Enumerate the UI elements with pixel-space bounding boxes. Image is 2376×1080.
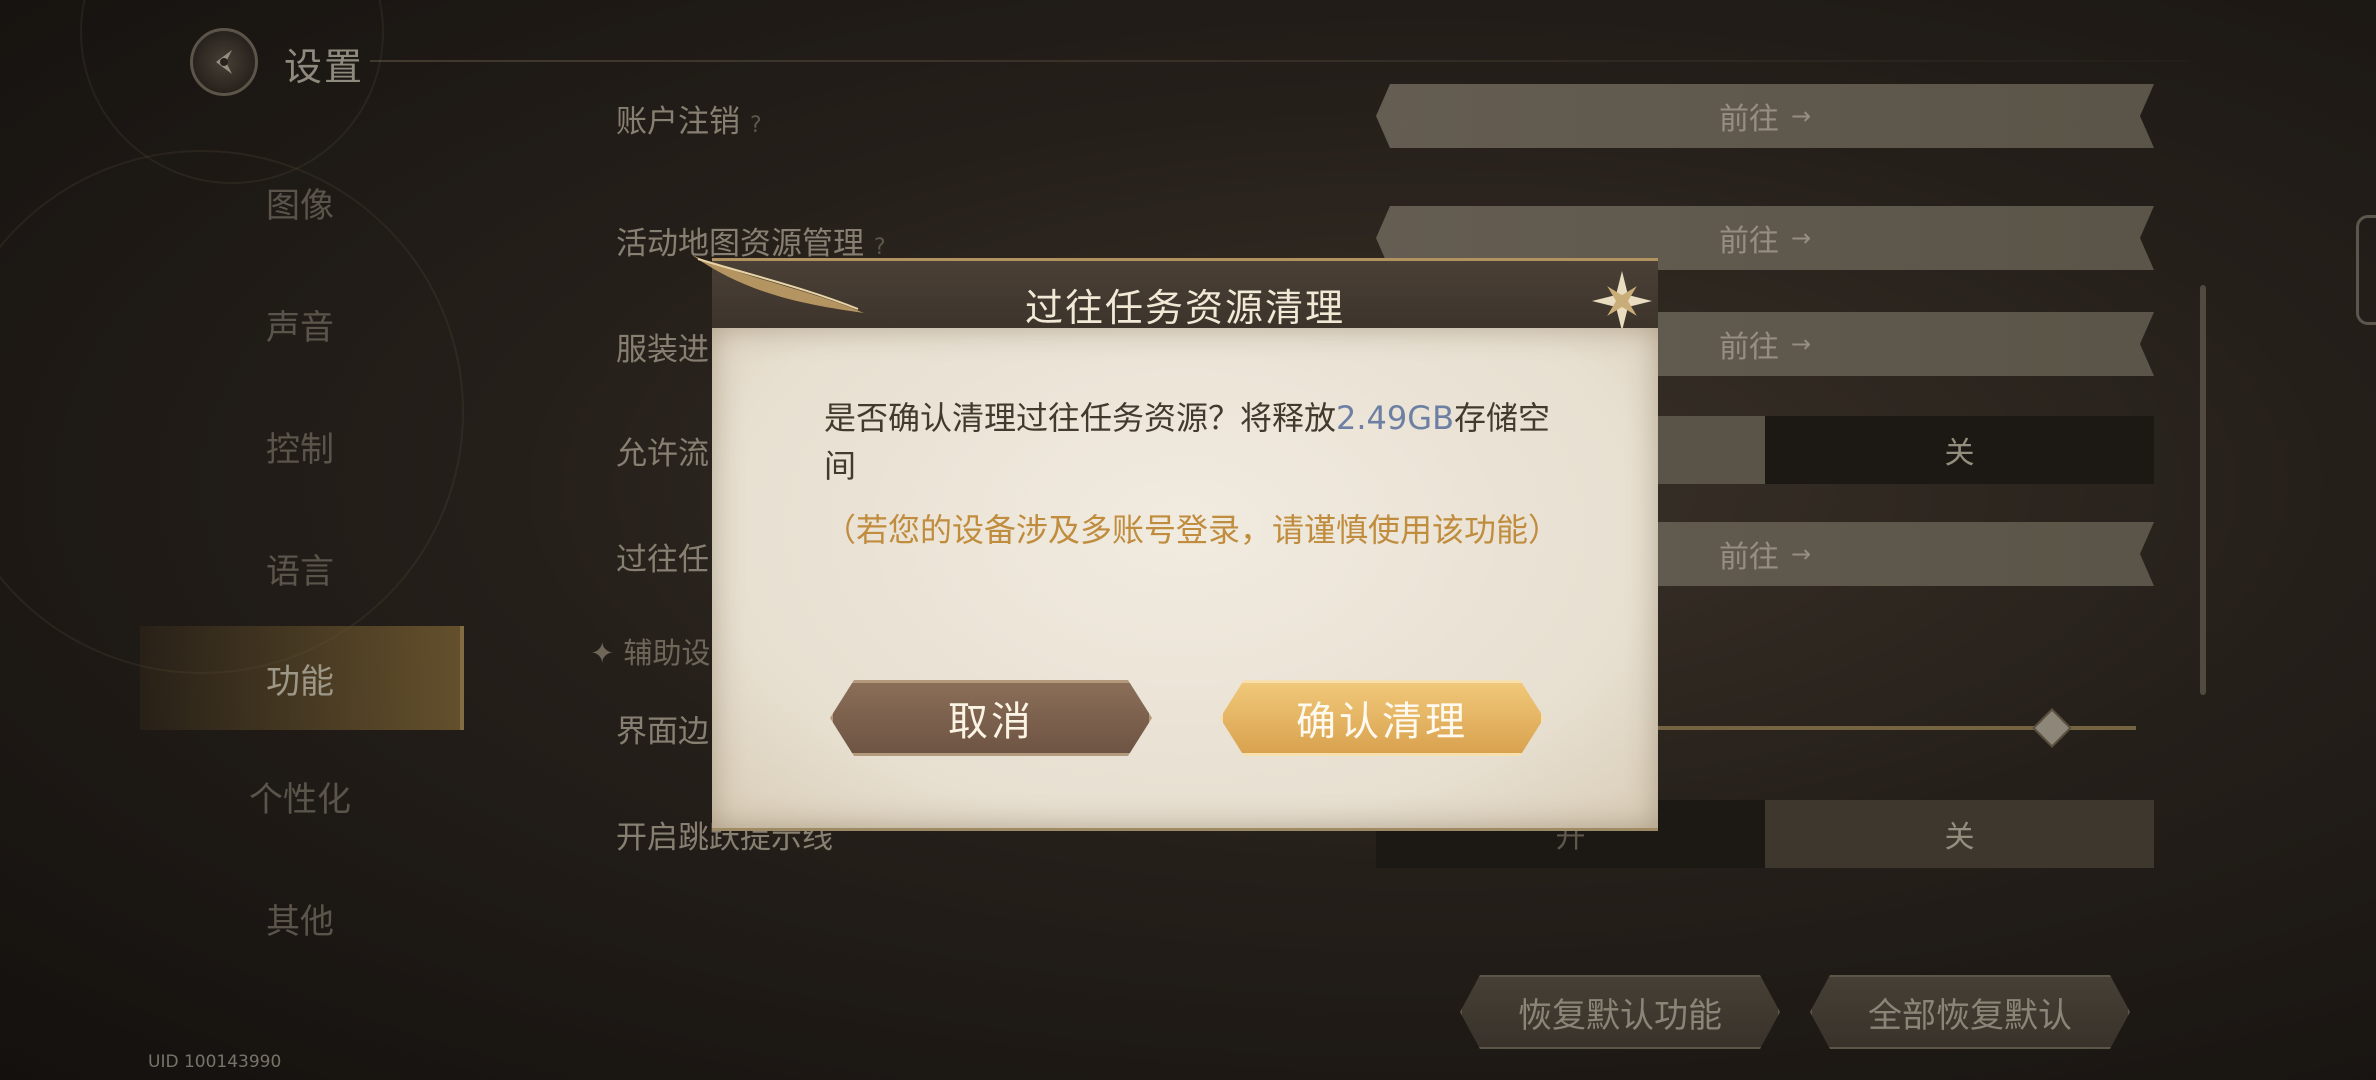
cleanup-dialog: 过往任务资源清理 是否确认清理过往任务资源？将释放2.49GB存储空间 （若您的… (692, 255, 1658, 831)
dialog-close-button[interactable] (1588, 267, 1656, 335)
dialog-body: 是否确认清理过往任务资源？将释放2.49GB存储空间 （若您的设备涉及多账号登录… (712, 328, 1658, 831)
confirm-cleanup-button[interactable]: 确认清理 (1220, 680, 1544, 756)
star-close-icon (1592, 271, 1652, 331)
cancel-button[interactable]: 取消 (830, 680, 1152, 756)
settings-screen: 设置 图像 声音 控制 语言 功能 个性化 其他 UID 100143990 账… (0, 0, 2376, 1080)
release-size: 2.49GB (1336, 399, 1455, 437)
dialog-warning: （若您的设备涉及多账号登录，请谨慎使用该功能） (824, 511, 1561, 549)
dialog-title: 过往任务资源清理 (1024, 286, 1345, 330)
dialog-message: 是否确认清理过往任务资源？将释放2.49GB存储空间 (824, 399, 1551, 485)
